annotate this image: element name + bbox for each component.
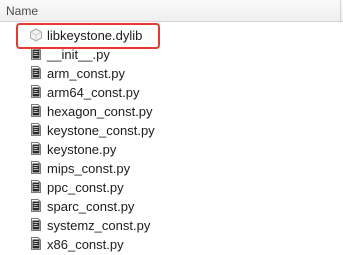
file-row[interactable]: ppc_const.py bbox=[0, 178, 343, 197]
python-file-icon bbox=[31, 47, 41, 60]
file-name-label: ppc_const.py bbox=[47, 180, 124, 195]
file-name-label: keystone.py bbox=[47, 142, 117, 157]
python-file-icon bbox=[31, 85, 41, 98]
file-name-label: mips_const.py bbox=[47, 161, 131, 176]
file-row[interactable]: mips_const.py bbox=[0, 159, 343, 178]
python-file-icon bbox=[31, 123, 41, 136]
file-row[interactable]: arm_const.py bbox=[0, 64, 343, 83]
python-file-icon bbox=[31, 161, 41, 174]
file-name-label: hexagon_const.py bbox=[47, 104, 153, 119]
file-row[interactable]: keystone.py bbox=[0, 140, 343, 159]
file-name-label: systemz_const.py bbox=[47, 218, 151, 233]
file-row[interactable]: sparc_const.py bbox=[0, 197, 343, 216]
column-divider[interactable] bbox=[340, 0, 341, 21]
column-header[interactable]: Name bbox=[0, 0, 343, 22]
file-row[interactable]: hexagon_const.py bbox=[0, 102, 343, 121]
file-name-label: __init__.py bbox=[47, 47, 110, 62]
file-name-label: arm64_const.py bbox=[47, 85, 140, 100]
file-row[interactable]: x86_const.py bbox=[0, 235, 343, 254]
python-file-icon bbox=[31, 218, 41, 231]
file-row[interactable]: arm64_const.py bbox=[0, 83, 343, 102]
dylib-file-icon bbox=[29, 28, 43, 42]
file-name-label: x86_const.py bbox=[47, 237, 124, 252]
python-file-icon bbox=[31, 180, 41, 193]
file-row[interactable]: keystone_const.py bbox=[0, 121, 343, 140]
python-file-icon bbox=[31, 142, 41, 155]
file-name-label: libkeystone.dylib bbox=[47, 28, 143, 43]
python-file-icon bbox=[31, 199, 41, 212]
file-name-label: sparc_const.py bbox=[47, 199, 135, 214]
file-row[interactable]: __init__.py bbox=[0, 45, 343, 64]
python-file-icon bbox=[31, 104, 41, 117]
file-name-label: arm_const.py bbox=[47, 66, 126, 81]
file-name-label: keystone_const.py bbox=[47, 123, 155, 138]
python-file-icon bbox=[31, 66, 41, 79]
python-file-icon bbox=[31, 237, 41, 250]
file-row[interactable]: systemz_const.py bbox=[0, 216, 343, 235]
name-column-header[interactable]: Name bbox=[6, 4, 38, 18]
file-row[interactable]: libkeystone.dylib bbox=[0, 26, 343, 45]
